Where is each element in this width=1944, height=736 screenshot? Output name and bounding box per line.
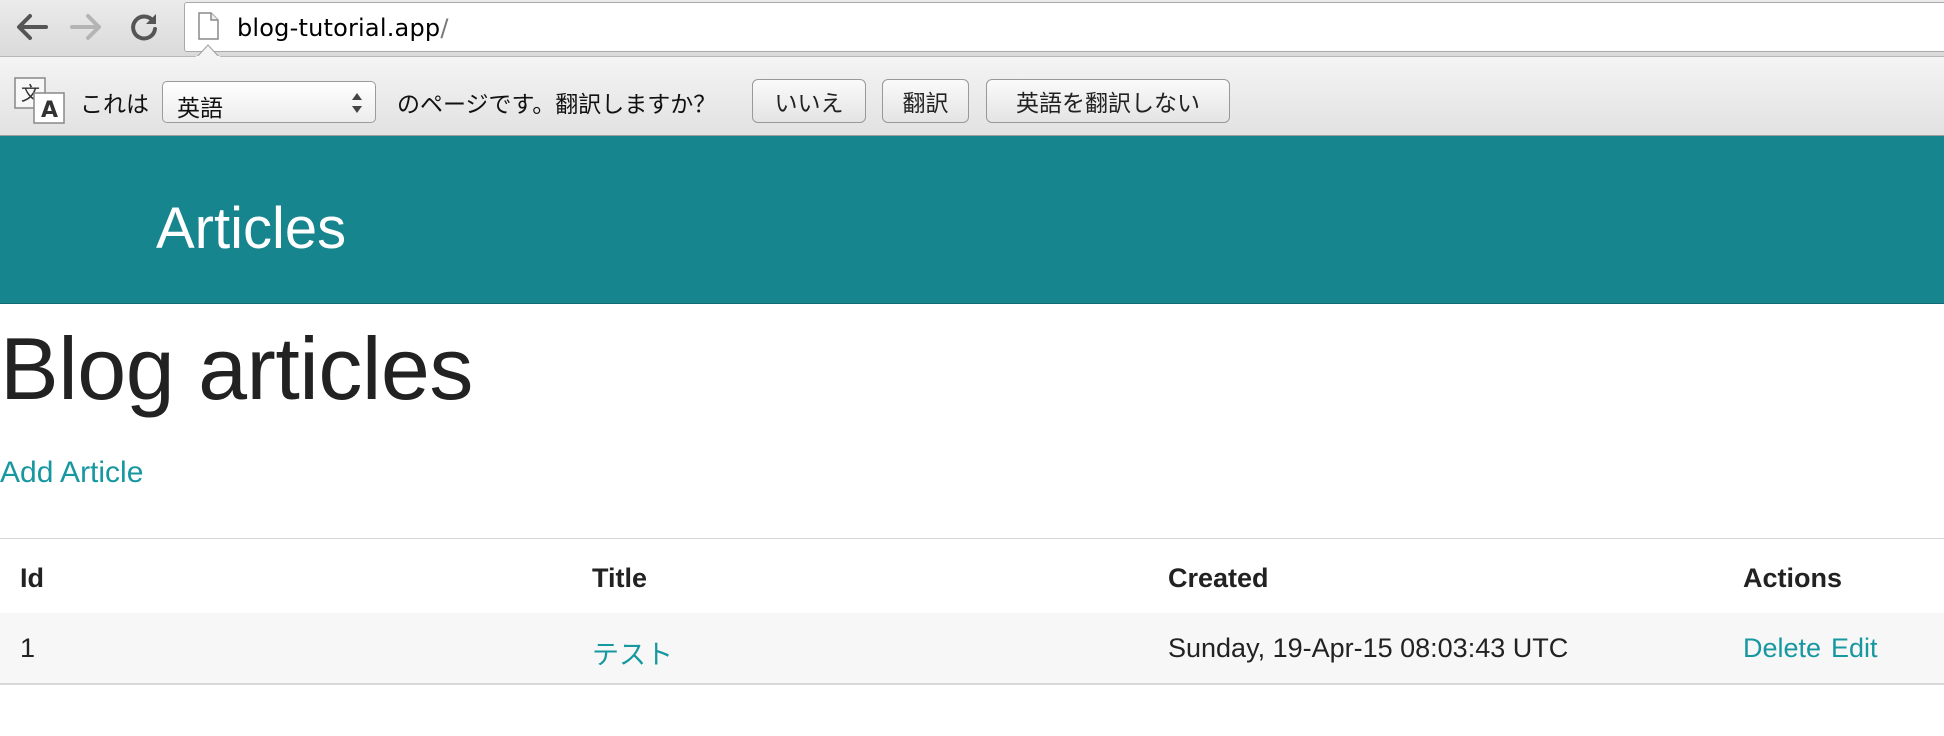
cell-id: 1 bbox=[20, 633, 36, 663]
column-header-created: Created bbox=[1168, 563, 1269, 593]
page-icon bbox=[198, 12, 219, 40]
translate-bubble-pointer bbox=[196, 44, 220, 58]
never-translate-button[interactable]: 英語を翻訳しない bbox=[986, 79, 1230, 123]
browser-toolbar: blog-tutorial.app/ bbox=[0, 0, 1944, 57]
url-path: / bbox=[440, 14, 449, 42]
back-button[interactable] bbox=[14, 8, 50, 46]
column-header-actions: Actions bbox=[1743, 563, 1843, 593]
article-title-link[interactable]: テスト bbox=[592, 633, 673, 672]
column-header-title: Title bbox=[592, 563, 648, 593]
column-header-id: Id bbox=[20, 563, 44, 593]
translate-bar: 文 A これは 英語 のページです。翻訳しますか？ いいえ 翻訳 英語を翻訳しな… bbox=[0, 57, 1944, 136]
translate-prefix: これは bbox=[80, 92, 149, 118]
url-text: blog-tutorial.app/ bbox=[237, 14, 449, 42]
url-host: blog-tutorial.app bbox=[237, 14, 441, 42]
delete-link[interactable]: Delete bbox=[1743, 633, 1821, 664]
edit-link[interactable]: Edit bbox=[1831, 633, 1878, 664]
language-select-value: 英語 bbox=[177, 96, 223, 122]
site-title: Articles bbox=[156, 196, 347, 261]
site-header: Articles bbox=[0, 136, 1944, 304]
page-title: Blog articles bbox=[0, 319, 473, 418]
translate-suffix: のページです。翻訳しますか？ bbox=[397, 92, 717, 118]
address-bar[interactable]: blog-tutorial.app/ bbox=[184, 2, 1944, 52]
forward-arrow-icon bbox=[70, 14, 101, 40]
no-button[interactable]: いいえ bbox=[752, 79, 866, 123]
svg-text:A: A bbox=[41, 98, 58, 123]
translate-button[interactable]: 翻訳 bbox=[882, 79, 969, 123]
forward-button[interactable] bbox=[68, 8, 104, 46]
table-row: 1 テスト Sunday, 19-Apr-15 08:03:43 UTC Del… bbox=[0, 613, 1944, 685]
select-arrows-icon bbox=[352, 93, 362, 113]
reload-button[interactable] bbox=[126, 8, 162, 46]
add-article-link[interactable]: Add Article bbox=[0, 456, 143, 490]
table-header-row: Id Title Created Actions bbox=[0, 539, 1944, 613]
language-select[interactable]: 英語 bbox=[162, 81, 376, 123]
cell-created: Sunday, 19-Apr-15 08:03:43 UTC bbox=[1168, 633, 1569, 663]
back-arrow-icon bbox=[17, 14, 48, 40]
reload-icon bbox=[131, 14, 157, 41]
translate-icon: 文 A bbox=[14, 77, 65, 124]
